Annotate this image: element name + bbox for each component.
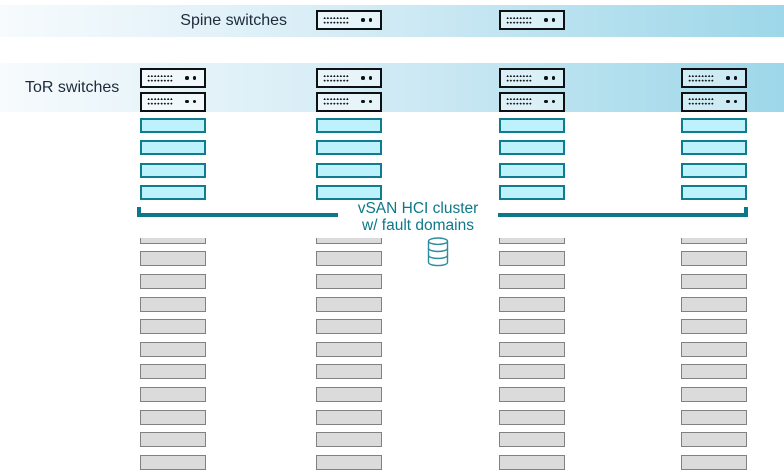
cluster-label: vSAN HCI cluster w/ fault domains xyxy=(338,200,498,235)
server-node xyxy=(499,319,565,335)
tor-switch-icon xyxy=(681,68,747,88)
vsan-node xyxy=(140,117,206,133)
fault-domain-bracket-right-tick xyxy=(744,207,748,217)
switch-ports-icon xyxy=(323,73,349,83)
vsan-node xyxy=(316,117,382,133)
server-node xyxy=(316,251,382,267)
database-icon xyxy=(427,237,449,267)
switch-leds-icon xyxy=(544,18,555,22)
tor-switch-icon xyxy=(316,91,382,112)
tor-switch-icon xyxy=(140,68,206,88)
vsan-node xyxy=(681,140,747,155)
vsan-node xyxy=(499,162,565,178)
vsan-node xyxy=(316,185,382,200)
server-node xyxy=(681,387,747,402)
switch-ports-icon xyxy=(323,15,349,25)
vsan-node xyxy=(681,117,747,133)
vsan-node xyxy=(316,162,382,178)
server-node xyxy=(499,251,565,267)
server-node xyxy=(316,319,382,335)
vsan-node xyxy=(140,162,206,178)
tor-switch-icon xyxy=(681,91,747,112)
server-node xyxy=(140,387,206,402)
server-node xyxy=(140,454,206,470)
tor-switch-icon xyxy=(316,68,382,88)
switch-leds-icon xyxy=(544,76,555,80)
switch-ports-icon xyxy=(688,97,714,106)
server-node xyxy=(316,364,382,380)
server-node xyxy=(499,387,565,402)
switch-leds-icon xyxy=(726,99,737,104)
network-topology-diagram: Spine switches ToR switches vSAN HCI clu… xyxy=(0,0,784,475)
switch-ports-icon xyxy=(147,97,173,106)
server-node xyxy=(499,432,565,448)
server-node xyxy=(140,341,206,357)
server-node xyxy=(140,409,206,425)
server-node xyxy=(499,274,565,289)
fault-domain-bracket-left-tick xyxy=(137,207,141,217)
server-node xyxy=(681,454,747,470)
switch-leds-icon xyxy=(361,18,372,22)
server-node xyxy=(681,364,747,380)
server-node xyxy=(499,454,565,470)
vsan-node xyxy=(499,185,565,200)
switch-leds-icon xyxy=(185,76,196,80)
cluster-label-line1: vSAN HCI cluster xyxy=(357,200,479,217)
tor-switch-icon xyxy=(140,91,206,112)
vsan-node xyxy=(140,140,206,155)
server-node xyxy=(140,432,206,448)
server-node xyxy=(681,409,747,425)
switch-leds-icon xyxy=(726,76,737,80)
server-node xyxy=(316,341,382,357)
server-node xyxy=(316,274,382,289)
switch-leds-icon xyxy=(361,76,372,80)
server-node xyxy=(681,274,747,289)
switch-ports-icon xyxy=(506,97,532,106)
server-node xyxy=(681,319,747,335)
server-node xyxy=(316,454,382,470)
cluster-label-line2: w/ fault domains xyxy=(362,216,474,234)
switch-ports-icon xyxy=(506,73,532,83)
tor-switch-icon xyxy=(499,68,565,88)
server-node xyxy=(140,251,206,267)
server-node xyxy=(499,296,565,312)
switch-ports-icon xyxy=(323,97,349,106)
server-node xyxy=(681,432,747,448)
server-node xyxy=(499,409,565,425)
switch-ports-icon xyxy=(688,73,714,83)
server-node xyxy=(316,296,382,312)
server-node xyxy=(681,341,747,357)
server-node xyxy=(140,274,206,289)
tor-switch-icon xyxy=(499,91,565,112)
server-node xyxy=(499,364,565,380)
vsan-node xyxy=(316,140,382,155)
vsan-node xyxy=(140,185,206,200)
switch-leds-icon xyxy=(185,99,196,104)
vsan-node xyxy=(681,162,747,178)
server-node xyxy=(681,296,747,312)
spine-switch-icon xyxy=(499,10,565,30)
server-node xyxy=(140,319,206,335)
spine-switch-icon xyxy=(316,10,382,30)
server-node xyxy=(681,251,747,267)
server-node xyxy=(499,341,565,357)
vsan-node xyxy=(499,117,565,133)
switch-ports-icon xyxy=(506,15,532,25)
server-node xyxy=(316,432,382,448)
switch-leds-icon xyxy=(544,99,555,104)
server-node xyxy=(140,364,206,380)
server-node xyxy=(316,387,382,402)
switch-leds-icon xyxy=(361,99,372,104)
server-node xyxy=(316,409,382,425)
switch-ports-icon xyxy=(147,73,173,83)
server-node xyxy=(140,296,206,312)
vsan-node xyxy=(681,185,747,200)
vsan-node xyxy=(499,140,565,155)
